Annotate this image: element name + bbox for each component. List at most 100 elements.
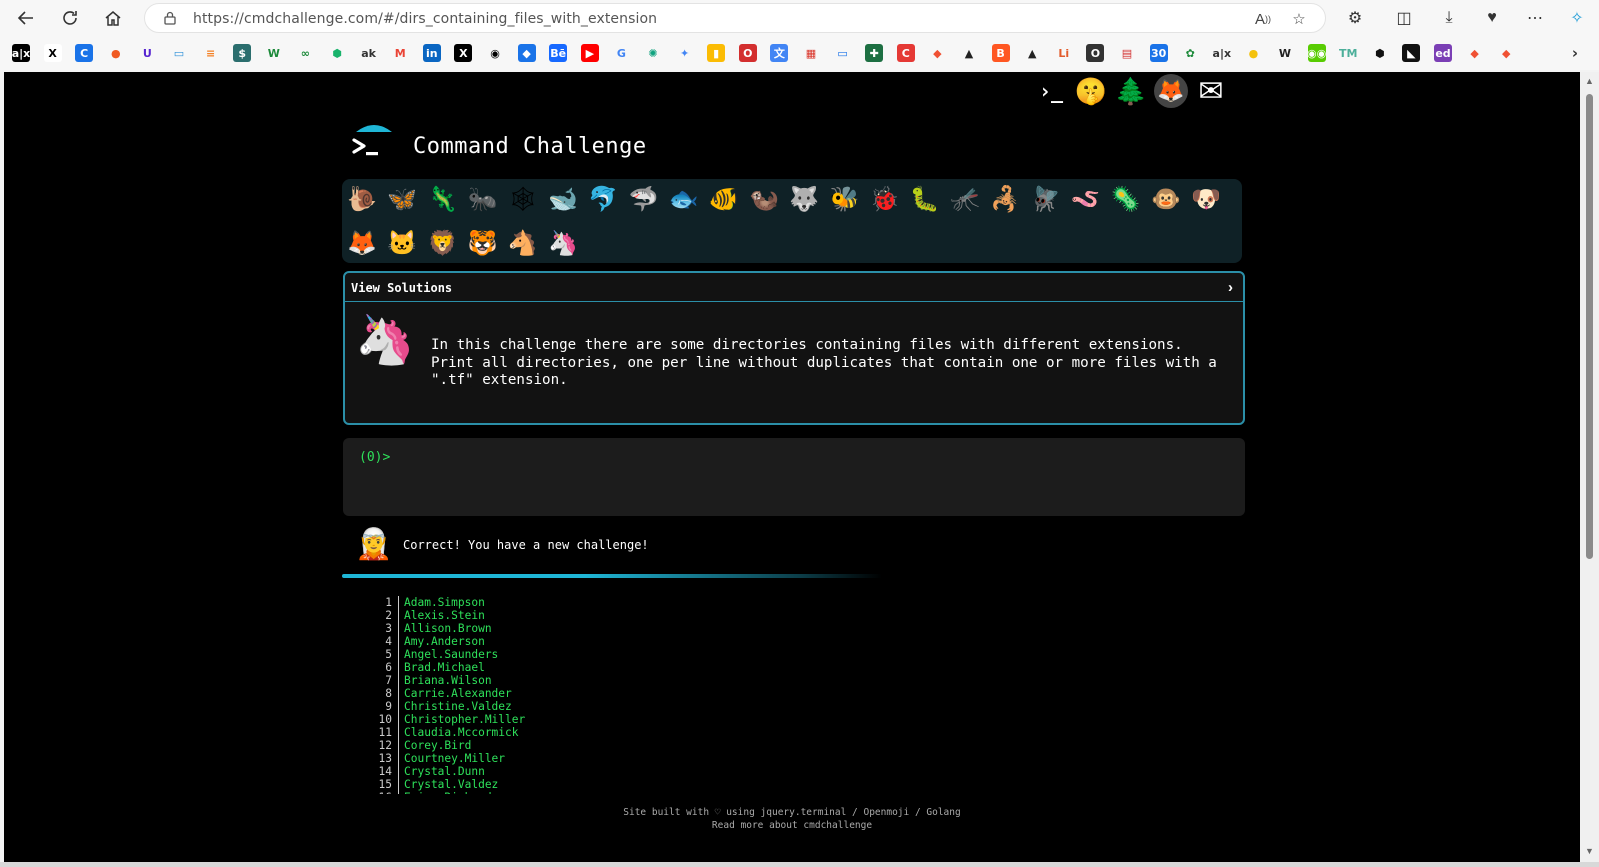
linux-icon[interactable]: ▲ [960, 44, 978, 62]
envelope-icon[interactable]: ✉ [1194, 74, 1228, 108]
scroll-thumb[interactable] [1586, 94, 1593, 559]
url-text[interactable]: https://cmdchallenge.com/#/dirs_containi… [193, 11, 657, 27]
mosquito-icon[interactable]: 🦟 [949, 183, 981, 215]
duolingo-icon[interactable]: ◉◉ [1307, 44, 1326, 62]
worm-icon[interactable]: 🪱 [1070, 183, 1102, 215]
lion-icon[interactable]: 🦁 [426, 227, 458, 259]
stack-icon[interactable]: ≡ [201, 44, 220, 62]
git-diamond-icon[interactable]: ◆ [928, 44, 947, 62]
spider-web-icon[interactable]: 🕸 [507, 183, 539, 215]
infinity-icon[interactable]: ∞ [296, 44, 315, 62]
blogger-icon[interactable]: B [991, 44, 1010, 62]
split-screen-icon[interactable]: ◫ [1393, 7, 1415, 29]
performance-heart-icon[interactable]: ♥ [1481, 7, 1503, 29]
microbe-icon[interactable]: 🦠 [1110, 183, 1142, 215]
gemini-icon[interactable]: ✦ [675, 44, 694, 62]
hex-icon[interactable]: ⬢ [1370, 44, 1389, 62]
page-scrollbar[interactable]: ▲ ▼ [1580, 72, 1599, 862]
read-aloud-icon[interactable]: A)) [1253, 9, 1273, 29]
o-box-icon[interactable]: O [1086, 44, 1105, 62]
extensions-icon[interactable]: ⚙ [1344, 7, 1366, 29]
gitlab-icon[interactable]: 🦊 [1154, 74, 1188, 108]
home-button[interactable] [101, 6, 125, 30]
terminal-logo-icon[interactable]: ›_ [1034, 74, 1068, 108]
ladybug-icon[interactable]: 🐞 [869, 183, 901, 215]
github-icon[interactable]: ◉ [486, 44, 504, 62]
udemy-icon[interactable]: U [138, 44, 157, 62]
x-icon[interactable]: X [454, 44, 473, 62]
read-more-link[interactable]: Read more about cmdchallenge [712, 820, 872, 831]
cat-icon[interactable]: ✚ [865, 44, 884, 62]
ant-icon[interactable]: 🐜 [467, 183, 499, 215]
scroll-up-icon[interactable]: ▲ [1584, 76, 1595, 87]
tropical-fish-icon[interactable]: 🐠 [708, 183, 740, 215]
address-bar[interactable]: https://cmdchallenge.com/#/dirs_containi… [144, 3, 1326, 33]
cat-icon[interactable]: 🐱 [386, 227, 418, 259]
behance-icon[interactable]: Bē [549, 44, 568, 62]
lizard-icon[interactable]: 🦎 [426, 183, 458, 215]
more-menu-icon[interactable]: ⋯ [1524, 7, 1546, 29]
translate-icon[interactable]: 文 [770, 44, 789, 62]
calendar-30-icon[interactable]: 30 [1149, 44, 1168, 62]
shark-icon[interactable]: 🦈 [627, 183, 659, 215]
fox-icon[interactable]: 🦊 [346, 227, 378, 259]
bulb-icon[interactable]: ● [1244, 44, 1263, 62]
google-icon[interactable]: G [612, 44, 631, 62]
unicorn-icon[interactable]: 🦄 [547, 227, 579, 259]
alx-small-icon[interactable]: ak [359, 44, 378, 62]
back-button[interactable] [14, 6, 38, 30]
reload-button[interactable] [58, 6, 82, 30]
cursor-icon[interactable]: ◣ [1402, 44, 1421, 62]
alx-dark-icon[interactable]: a|x [1213, 44, 1231, 62]
pdf-icon[interactable]: ▤ [1118, 44, 1136, 62]
caterpillar-icon[interactable]: 🐛 [909, 183, 941, 215]
window-icon[interactable]: ▭ [170, 44, 188, 62]
evergreen-tree-icon[interactable]: 🌲 [1114, 74, 1148, 108]
dog-icon[interactable]: 🐶 [1190, 183, 1222, 215]
youtube-icon[interactable]: ▶ [580, 44, 599, 62]
c-red-icon[interactable]: C [896, 44, 915, 62]
terminal-input[interactable]: (0)> [343, 438, 1245, 516]
keep-icon[interactable]: ▮ [707, 44, 726, 62]
monkey-icon[interactable]: 🐵 [1150, 183, 1182, 215]
c-circle-icon[interactable]: C [75, 44, 94, 62]
git-alt-icon[interactable]: ◆ [1497, 44, 1516, 62]
shield-icon[interactable]: ⬢ [328, 44, 346, 62]
butterfly-icon[interactable]: 🦋 [386, 183, 418, 215]
wikipedia-icon[interactable]: W [1276, 44, 1294, 62]
tux-icon[interactable]: ▲ [1023, 44, 1042, 62]
fly-icon[interactable]: 🪰 [1029, 183, 1061, 215]
wolf-icon[interactable]: 🐺 [788, 183, 820, 215]
scroll-down-icon[interactable]: ▼ [1584, 846, 1595, 857]
gmail-icon[interactable]: M [391, 44, 410, 62]
x-italic-icon[interactable]: X [43, 44, 62, 62]
openai-icon[interactable]: ✺ [644, 44, 662, 62]
git-icon[interactable]: ◆ [1465, 44, 1484, 62]
calendar-grid-icon[interactable]: ▦ [802, 44, 820, 62]
li-icon[interactable]: Li [1054, 44, 1073, 62]
alx-icon[interactable]: a|x [12, 44, 30, 62]
opera-icon[interactable]: O [738, 44, 757, 62]
copilot-icon[interactable]: ✧ [1566, 7, 1588, 29]
view-solutions-toggle[interactable]: View Solutions › [345, 273, 1243, 302]
otter-icon[interactable]: 🦦 [748, 183, 780, 215]
fish-icon[interactable]: 🐟 [668, 183, 700, 215]
diamond-icon[interactable]: ◆ [517, 44, 536, 62]
downloads-icon[interactable]: ⤓ [1438, 7, 1460, 29]
whale-icon[interactable]: 🐋 [547, 183, 579, 215]
dolphin-icon[interactable]: 🐬 [587, 183, 619, 215]
favorite-star-icon[interactable]: ☆ [1289, 9, 1309, 29]
orange-dot-icon[interactable]: ● [106, 44, 125, 62]
shushing-face-icon[interactable]: 🤫 [1074, 74, 1108, 108]
w-icon[interactable]: W [264, 44, 283, 62]
snail-icon[interactable]: 🐌 [346, 183, 378, 215]
horse-icon[interactable]: 🐴 [507, 227, 539, 259]
tm-icon[interactable]: TM [1339, 44, 1357, 62]
bookmarks-overflow-icon[interactable]: › [1566, 44, 1584, 62]
scorpion-icon[interactable]: 🦂 [989, 183, 1021, 215]
ed-icon[interactable]: ed [1434, 44, 1452, 62]
tiger-icon[interactable]: 🐯 [467, 227, 499, 259]
terminal-icon[interactable]: $ [233, 44, 252, 62]
linkedin-icon[interactable]: in [422, 44, 441, 62]
pinwheel-icon[interactable]: ✿ [1181, 44, 1200, 62]
